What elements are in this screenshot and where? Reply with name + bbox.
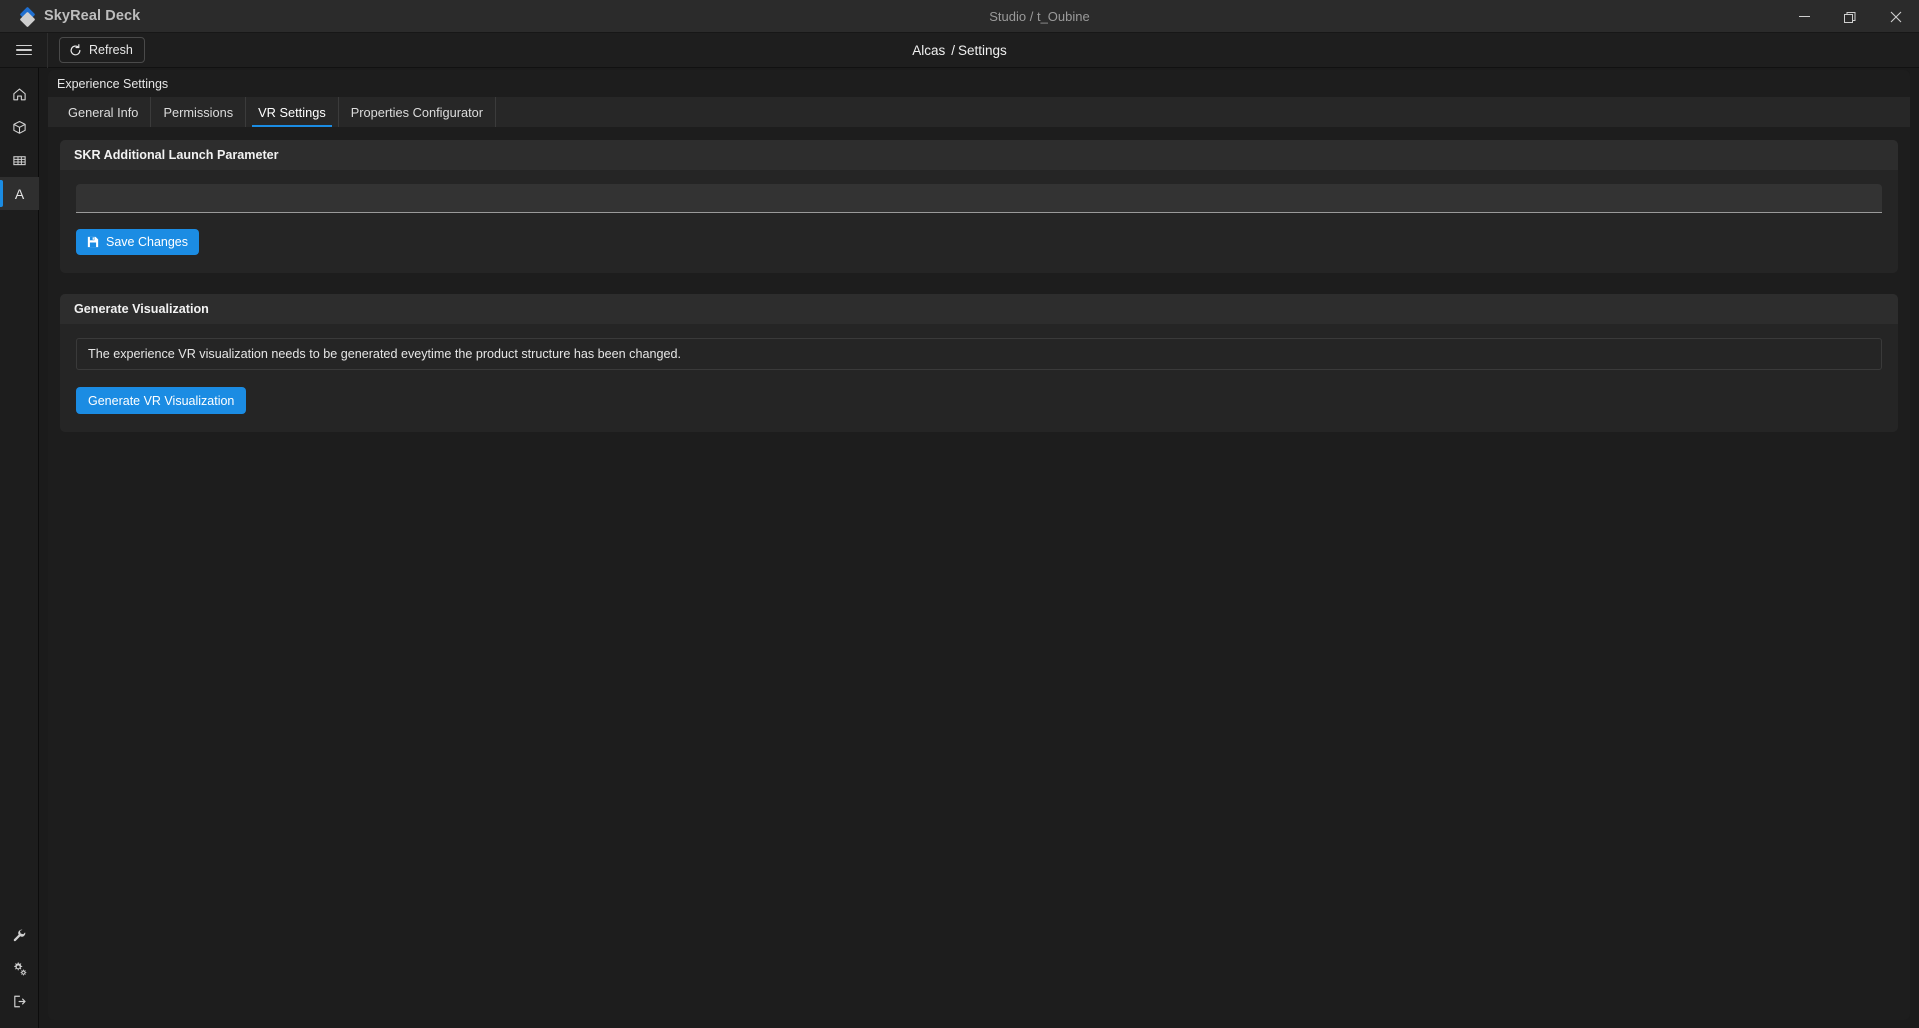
rail-top-group: A <box>0 68 39 210</box>
breadcrumb-current[interactable]: Settings <box>958 43 1007 58</box>
breadcrumb-separator: / <box>951 42 955 58</box>
generate-visualization-card: Generate Visualization The experience VR… <box>60 294 1898 432</box>
app-title: SkyReal Deck <box>44 8 141 24</box>
refresh-label: Refresh <box>89 43 133 57</box>
logout-icon <box>12 994 27 1009</box>
save-icon <box>87 236 99 248</box>
launch-parameter-card-title: SKR Additional Launch Parameter <box>60 140 1898 170</box>
generate-vr-visualization-button[interactable]: Generate VR Visualization <box>76 387 247 414</box>
home-icon <box>12 87 27 102</box>
sidebar-item-tools[interactable] <box>0 919 39 952</box>
tab-bar: General Info Permissions VR Settings Pro… <box>48 97 1910 127</box>
refresh-icon <box>69 43 82 57</box>
launch-parameter-input[interactable] <box>76 184 1882 213</box>
launch-parameter-card-body: Save Changes <box>60 170 1898 273</box>
sidebar-item-logout[interactable] <box>0 985 39 1018</box>
action-bar: Refresh Alcas / Settings <box>0 32 1919 68</box>
save-changes-label: Save Changes <box>106 235 189 249</box>
page-title: Experience Settings <box>48 70 1910 97</box>
tab-properties-configurator[interactable]: Properties Configurator <box>339 97 497 127</box>
tab-general-info[interactable]: General Info <box>56 97 152 127</box>
left-nav-rail: A <box>0 68 39 1028</box>
launch-parameter-card: SKR Additional Launch Parameter Save Cha… <box>60 140 1898 273</box>
breadcrumb: Alcas / Settings <box>0 43 1919 58</box>
window-center-title: Studio / t_Oubine <box>989 8 1090 24</box>
window-controls <box>1781 0 1919 33</box>
save-changes-button[interactable]: Save Changes <box>76 229 200 255</box>
main-panel: Experience Settings General Info Permiss… <box>48 70 1910 1020</box>
sidebar-item-experience[interactable]: A <box>0 177 39 210</box>
breadcrumb-root[interactable]: Alcas <box>912 43 945 58</box>
restore-button[interactable] <box>1827 0 1873 33</box>
sidebar-item-list[interactable] <box>0 144 39 177</box>
refresh-button[interactable]: Refresh <box>59 37 145 63</box>
experience-letter-icon: A <box>14 185 25 202</box>
sidebar-item-product[interactable] <box>0 111 39 144</box>
table-list-icon <box>12 153 27 168</box>
title-bar: SkyReal Deck Studio / t_Oubine <box>0 0 1919 33</box>
cube-icon <box>12 120 27 135</box>
rail-bottom-group <box>0 919 38 1028</box>
tab-vr-settings[interactable]: VR Settings <box>246 97 339 127</box>
hamburger-menu-icon[interactable] <box>0 32 48 68</box>
close-button[interactable] <box>1873 0 1919 33</box>
generate-visualization-notice: The experience VR visualization needs to… <box>76 338 1882 370</box>
tab-content-vr-settings: SKR Additional Launch Parameter Save Cha… <box>48 127 1910 1020</box>
wrench-icon <box>12 928 27 943</box>
gears-icon <box>12 961 28 977</box>
tab-permissions[interactable]: Permissions <box>151 97 247 127</box>
app-branding: SkyReal Deck <box>0 6 330 27</box>
skyreal-logo-icon <box>19 6 36 27</box>
minimize-button[interactable] <box>1781 0 1827 33</box>
generate-visualization-card-body: The experience VR visualization needs to… <box>60 324 1898 432</box>
generate-vr-visualization-label: Generate VR Visualization <box>88 393 235 408</box>
sidebar-item-administration[interactable] <box>0 952 39 985</box>
generate-visualization-card-title: Generate Visualization <box>60 294 1898 324</box>
sidebar-item-home[interactable] <box>0 78 39 111</box>
